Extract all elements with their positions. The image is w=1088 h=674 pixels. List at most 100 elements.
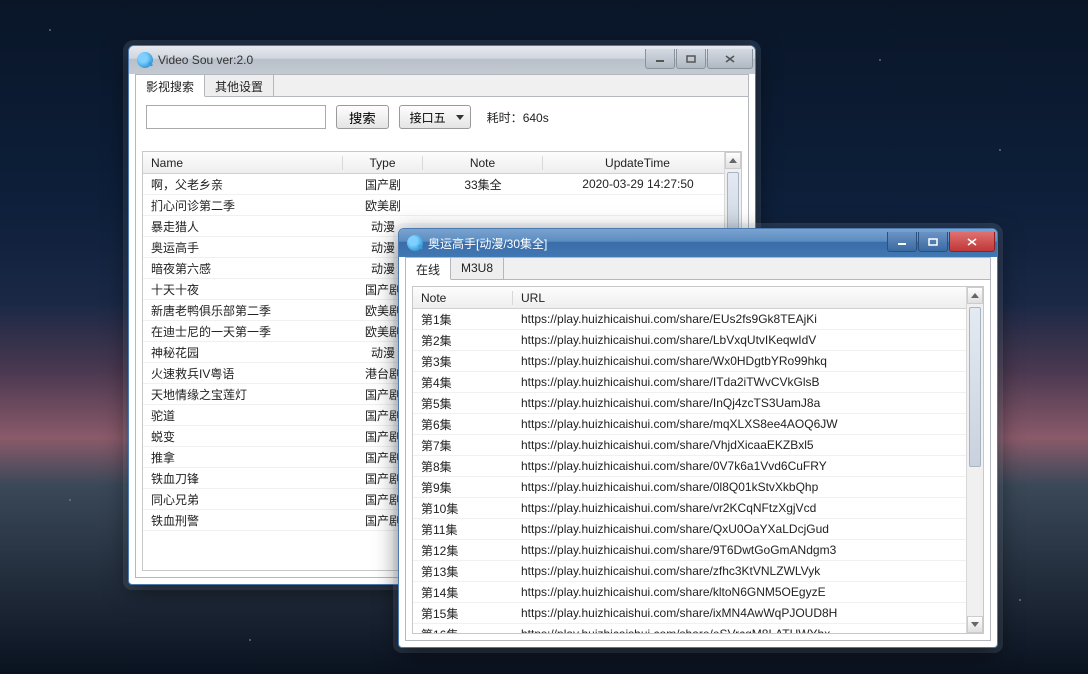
- cell-name: 铁血刀锋: [143, 470, 343, 487]
- cell-url: https://play.huizhicaishui.com/share/klt…: [513, 585, 983, 599]
- cell-url: https://play.huizhicaishui.com/share/mqX…: [513, 417, 983, 431]
- scroll-up-button[interactable]: [967, 287, 983, 304]
- detail-window: 奥运高手[动漫/30集全] 在线 M3U8 Note URL 第1集https:…: [398, 228, 998, 648]
- table-row[interactable]: 啊，父老乡亲国产剧33集全2020-03-29 14:27:50: [143, 174, 741, 195]
- maximize-button[interactable]: [676, 49, 706, 69]
- cell-note: 第3集: [413, 353, 513, 370]
- titlebar[interactable]: Video Sou ver:2.0: [129, 46, 755, 74]
- cell-name: 啊，父老乡亲: [143, 176, 343, 193]
- cell-note: 第15集: [413, 605, 513, 622]
- cell-note: 第11集: [413, 521, 513, 538]
- cell-url: https://play.huizhicaishui.com/share/Wx0…: [513, 354, 983, 368]
- table-row[interactable]: 第9集https://play.huizhicaishui.com/share/…: [413, 477, 983, 498]
- cell-name: 蜕变: [143, 428, 343, 445]
- table-row[interactable]: 第4集https://play.huizhicaishui.com/share/…: [413, 372, 983, 393]
- col-update[interactable]: UpdateTime: [543, 156, 733, 170]
- interface-select-value: 接口五: [410, 109, 446, 126]
- cell-note: 第9集: [413, 479, 513, 496]
- toolbar: 搜索 接口五 耗时：640s: [136, 97, 748, 137]
- chevron-down-icon: [456, 115, 464, 120]
- cell-note: 第4集: [413, 374, 513, 391]
- cell-url: https://play.huizhicaishui.com/share/InQ…: [513, 396, 983, 410]
- col-url[interactable]: URL: [513, 291, 983, 305]
- cell-name: 火速救兵IV粤语: [143, 365, 343, 382]
- cell-note: 33集全: [423, 176, 543, 193]
- search-button[interactable]: 搜索: [336, 105, 389, 129]
- cell-name: 神秘花园: [143, 344, 343, 361]
- tab-bar: 影视搜索 其他设置: [136, 75, 748, 97]
- col-type[interactable]: Type: [343, 156, 423, 170]
- table-row[interactable]: 第5集https://play.huizhicaishui.com/share/…: [413, 393, 983, 414]
- cell-note: 第16集: [413, 626, 513, 635]
- tab-bar: 在线 M3U8: [406, 258, 990, 280]
- table-row[interactable]: 第16集https://play.huizhicaishui.com/share…: [413, 624, 983, 634]
- cell-name: 同心兄弟: [143, 491, 343, 508]
- scroll-down-button[interactable]: [967, 616, 983, 633]
- titlebar[interactable]: 奥运高手[动漫/30集全]: [399, 229, 997, 257]
- cell-url: https://play.huizhicaishui.com/share/zfh…: [513, 564, 983, 578]
- table-row[interactable]: 扪心问诊第二季欧美剧: [143, 195, 741, 216]
- table-row[interactable]: 第3集https://play.huizhicaishui.com/share/…: [413, 351, 983, 372]
- cell-note: 第8集: [413, 458, 513, 475]
- window-title: Video Sou ver:2.0: [158, 53, 644, 67]
- cell-name: 扪心问诊第二季: [143, 197, 343, 214]
- cell-url: https://play.huizhicaishui.com/share/LbV…: [513, 333, 983, 347]
- cell-name: 驼道: [143, 407, 343, 424]
- table-row[interactable]: 第1集https://play.huizhicaishui.com/share/…: [413, 309, 983, 330]
- cell-note: 第14集: [413, 584, 513, 601]
- cell-name: 暗夜第六感: [143, 260, 343, 277]
- cell-name: 铁血刑警: [143, 512, 343, 529]
- table-row[interactable]: 第11集https://play.huizhicaishui.com/share…: [413, 519, 983, 540]
- search-input[interactable]: [146, 105, 326, 129]
- episodes-table: Note URL 第1集https://play.huizhicaishui.c…: [412, 286, 984, 634]
- cell-update: 2020-03-29 14:27:50: [543, 177, 733, 191]
- table-row[interactable]: 第7集https://play.huizhicaishui.com/share/…: [413, 435, 983, 456]
- app-icon: [137, 52, 153, 68]
- table-row[interactable]: 第15集https://play.huizhicaishui.com/share…: [413, 603, 983, 624]
- vertical-scrollbar[interactable]: [966, 287, 983, 633]
- table-header: Name Type Note UpdateTime: [143, 152, 741, 174]
- cell-note: 第7集: [413, 437, 513, 454]
- minimize-button[interactable]: [645, 49, 675, 69]
- cell-type: 国产剧: [343, 176, 423, 193]
- cell-note: 第1集: [413, 311, 513, 328]
- cell-url: https://play.huizhicaishui.com/share/0l8…: [513, 480, 983, 494]
- cell-note: 第13集: [413, 563, 513, 580]
- close-button[interactable]: [949, 232, 995, 252]
- cell-note: 第10集: [413, 500, 513, 517]
- cell-url: https://play.huizhicaishui.com/share/0V7…: [513, 459, 983, 473]
- cell-url: https://play.huizhicaishui.com/share/Vhj…: [513, 438, 983, 452]
- tab-online[interactable]: 在线: [406, 258, 451, 280]
- table-row[interactable]: 第14集https://play.huizhicaishui.com/share…: [413, 582, 983, 603]
- close-button[interactable]: [707, 49, 753, 69]
- cell-note: 第6集: [413, 416, 513, 433]
- cell-note: 第2集: [413, 332, 513, 349]
- app-icon: [407, 235, 423, 251]
- interface-select[interactable]: 接口五: [399, 105, 471, 129]
- col-note[interactable]: Note: [423, 156, 543, 170]
- tab-settings[interactable]: 其他设置: [205, 75, 274, 96]
- table-row[interactable]: 第13集https://play.huizhicaishui.com/share…: [413, 561, 983, 582]
- col-note[interactable]: Note: [413, 291, 513, 305]
- table-row[interactable]: 第8集https://play.huizhicaishui.com/share/…: [413, 456, 983, 477]
- window-title: 奥运高手[动漫/30集全]: [428, 235, 886, 252]
- scroll-thumb[interactable]: [969, 307, 981, 467]
- tab-search[interactable]: 影视搜索: [136, 75, 205, 97]
- table-row[interactable]: 第2集https://play.huizhicaishui.com/share/…: [413, 330, 983, 351]
- tab-m3u8[interactable]: M3U8: [451, 258, 504, 279]
- table-row[interactable]: 第12集https://play.huizhicaishui.com/share…: [413, 540, 983, 561]
- cell-name: 推拿: [143, 449, 343, 466]
- table-header: Note URL: [413, 287, 983, 309]
- table-row[interactable]: 第10集https://play.huizhicaishui.com/share…: [413, 498, 983, 519]
- cell-url: https://play.huizhicaishui.com/share/vr2…: [513, 501, 983, 515]
- scroll-up-button[interactable]: [725, 152, 741, 169]
- cell-url: https://play.huizhicaishui.com/share/9T6…: [513, 543, 983, 557]
- cell-name: 奥运高手: [143, 239, 343, 256]
- maximize-button[interactable]: [918, 232, 948, 252]
- cell-url: https://play.huizhicaishui.com/share/EUs…: [513, 312, 983, 326]
- cell-url: https://play.huizhicaishui.com/share/QxU…: [513, 522, 983, 536]
- col-name[interactable]: Name: [143, 156, 343, 170]
- minimize-button[interactable]: [887, 232, 917, 252]
- table-row[interactable]: 第6集https://play.huizhicaishui.com/share/…: [413, 414, 983, 435]
- status-text: 耗时：640s: [487, 109, 549, 126]
